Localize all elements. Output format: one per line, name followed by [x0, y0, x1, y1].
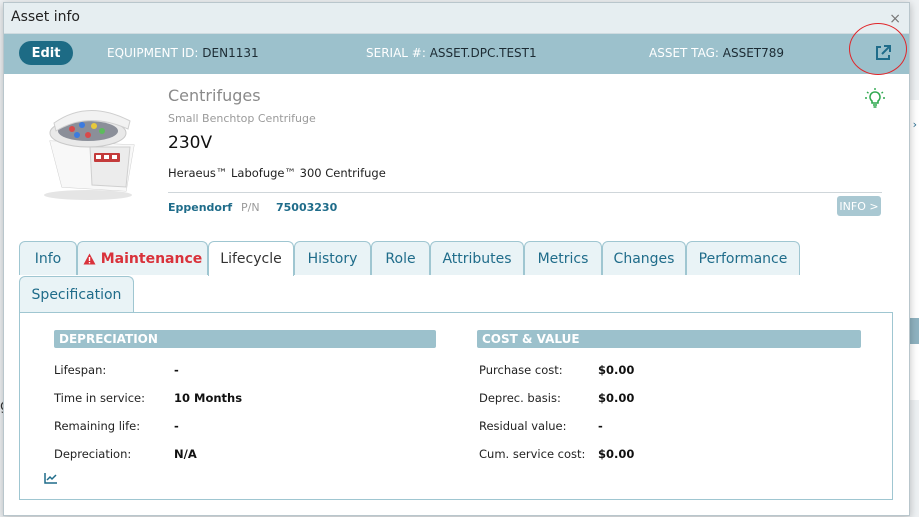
- divider: [168, 192, 882, 193]
- tab-maintenance-label: Maintenance: [100, 250, 203, 267]
- deprec-basis-label: Deprec. basis:: [479, 391, 561, 405]
- asset-tag: ASSET TAG: ASSET789: [649, 46, 784, 60]
- asset-model: Heraeus™ Labofuge™ 300 Centrifuge: [168, 166, 386, 180]
- serial-label: SERIAL #:: [366, 46, 426, 60]
- highlight-circle: [849, 23, 907, 75]
- tab-metrics[interactable]: Metrics: [524, 241, 602, 275]
- modal-titlebar: Asset info ×: [4, 3, 909, 34]
- warning-icon: [83, 253, 96, 264]
- tab-info[interactable]: Info: [19, 241, 77, 275]
- time-in-service-value: 10 Months: [174, 391, 243, 405]
- serial-value: ASSET.DPC.TEST1: [429, 46, 537, 60]
- depreciation-label: Depreciation:: [54, 447, 132, 461]
- deprec-basis-value: $0.00: [598, 391, 635, 405]
- tab-changes[interactable]: Changes: [602, 241, 686, 275]
- lightbulb-icon[interactable]: [864, 87, 886, 109]
- equipment-id: EQUIPMENT ID: DEN1131: [107, 46, 259, 60]
- tab-lifecycle[interactable]: Lifecycle: [208, 241, 294, 276]
- residual-value-value: -: [598, 419, 603, 433]
- tab-specification[interactable]: Specification: [19, 276, 134, 313]
- cum-service-cost-value: $0.00: [598, 447, 635, 461]
- line-chart-icon[interactable]: [44, 472, 58, 484]
- modal-title: Asset info: [11, 9, 80, 25]
- asset-info-modal: Asset info × Edit EQUIPMENT ID: DEN1131 …: [3, 2, 910, 516]
- asset-subcategory: Small Benchtop Centrifuge: [168, 112, 316, 125]
- background-chevron: ›: [912, 118, 917, 131]
- tab-maintenance[interactable]: Maintenance: [77, 241, 208, 275]
- info-button[interactable]: INFO >: [837, 196, 881, 216]
- equipment-id-label: EQUIPMENT ID:: [107, 46, 199, 60]
- depreciation-header: DEPRECIATION: [54, 330, 436, 348]
- asset-tag-value: ASSET789: [722, 46, 785, 60]
- time-in-service-label: Time in service:: [54, 391, 146, 405]
- lifespan-value: -: [174, 363, 179, 377]
- part-number-label: P/N: [241, 201, 260, 214]
- lifecycle-panel: DEPRECIATION COST & VALUE Lifespan: - Ti…: [19, 312, 893, 500]
- tab-attributes[interactable]: Attributes: [430, 241, 524, 275]
- tab-role[interactable]: Role: [371, 241, 430, 275]
- remaining-life-label: Remaining life:: [54, 419, 141, 433]
- cost-value-header: COST & VALUE: [477, 330, 861, 348]
- part-number-link[interactable]: 75003230: [276, 201, 337, 214]
- tab-performance[interactable]: Performance: [686, 241, 800, 275]
- purchase-cost-label: Purchase cost:: [479, 363, 563, 377]
- residual-value-label: Residual value:: [479, 419, 567, 433]
- asset-header-bar: Edit EQUIPMENT ID: DEN1131 SERIAL #: ASS…: [4, 34, 909, 74]
- manufacturer-link[interactable]: Eppendorf: [168, 201, 232, 214]
- asset-voltage: 230V: [168, 133, 213, 153]
- equipment-id-value: DEN1131: [202, 46, 259, 60]
- asset-category: Centrifuges: [168, 86, 261, 105]
- cum-service-cost-label: Cum. service cost:: [479, 447, 586, 461]
- asset-tag-label: ASSET TAG:: [649, 46, 719, 60]
- edit-button[interactable]: Edit: [19, 41, 73, 65]
- purchase-cost-value: $0.00: [598, 363, 635, 377]
- close-icon[interactable]: ×: [889, 11, 901, 27]
- serial-number: SERIAL #: ASSET.DPC.TEST1: [366, 46, 537, 60]
- tab-history[interactable]: History: [294, 241, 371, 275]
- centrifuge-image: [44, 110, 135, 200]
- remaining-life-value: -: [174, 419, 179, 433]
- depreciation-value: N/A: [174, 447, 197, 461]
- lifespan-label: Lifespan:: [54, 363, 107, 377]
